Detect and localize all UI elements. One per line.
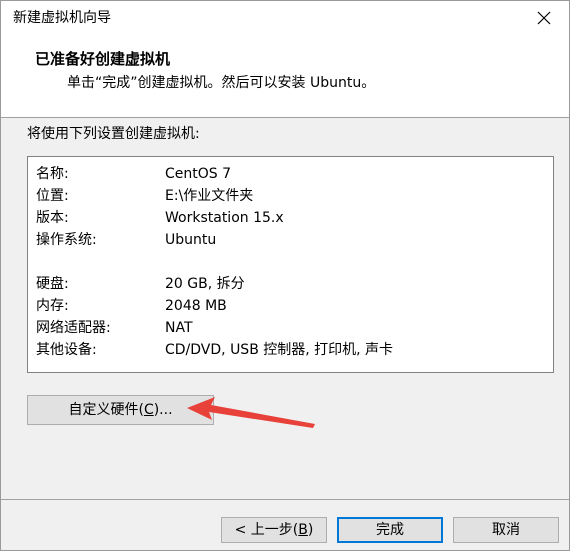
page-title: 已准备好创建虚拟机 [35, 50, 171, 68]
summary-value: Ubuntu [165, 232, 217, 248]
settings-summary-box[interactable]: 名称: CentOS 7 位置: E:\作业文件夹 版本: Workstatio… [27, 156, 554, 373]
button-accesskey: C [143, 402, 154, 418]
wizard-header: 已准备好创建虚拟机 单击“完成”创建虚拟机。然后可以安装 Ubuntu。 [1, 35, 569, 118]
close-button[interactable] [527, 5, 561, 31]
finish-button[interactable]: 完成 [337, 517, 443, 543]
summary-value: Workstation 15.x [165, 210, 284, 226]
annotation-arrow-icon [187, 397, 315, 428]
button-label: 自定义硬件( [68, 402, 144, 418]
back-button[interactable]: < 上一步(B) [221, 517, 327, 543]
footer-divider [1, 499, 569, 500]
button-label: < 上一步( [234, 522, 299, 538]
summary-key: 版本: [36, 210, 69, 226]
summary-value: E:\作业文件夹 [165, 188, 254, 204]
close-icon [537, 11, 551, 25]
summary-key: 其他设备: [36, 342, 97, 358]
summary-key: 硬盘: [36, 276, 69, 292]
summary-key: 内存: [36, 298, 69, 314]
title-bar[interactable]: 新建虚拟机向导 [1, 1, 569, 35]
summary-value: CentOS 7 [165, 166, 232, 182]
summary-key: 名称: [36, 166, 69, 182]
button-label: ) [307, 522, 314, 538]
cancel-button[interactable]: 取消 [453, 517, 559, 543]
summary-key: 网络适配器: [36, 320, 111, 336]
summary-value: 2048 MB [165, 298, 227, 314]
wizard-window: 新建虚拟机向导 已准备好创建虚拟机 单击“完成”创建虚拟机。然后可以安装 Ubu… [0, 0, 570, 551]
summary-value: 20 GB, 拆分 [165, 276, 245, 292]
summary-key: 位置: [36, 188, 69, 204]
page-subtitle: 单击“完成”创建虚拟机。然后可以安装 Ubuntu。 [67, 75, 376, 91]
settings-intro-label: 将使用下列设置创建虚拟机: [27, 126, 200, 142]
summary-value: CD/DVD, USB 控制器, 打印机, 声卡 [165, 342, 394, 358]
button-label: )... [153, 402, 173, 418]
summary-value: NAT [165, 320, 193, 336]
button-accesskey: B [298, 522, 308, 538]
window-title: 新建虚拟机向导 [13, 10, 111, 26]
summary-key: 操作系统: [36, 232, 97, 248]
